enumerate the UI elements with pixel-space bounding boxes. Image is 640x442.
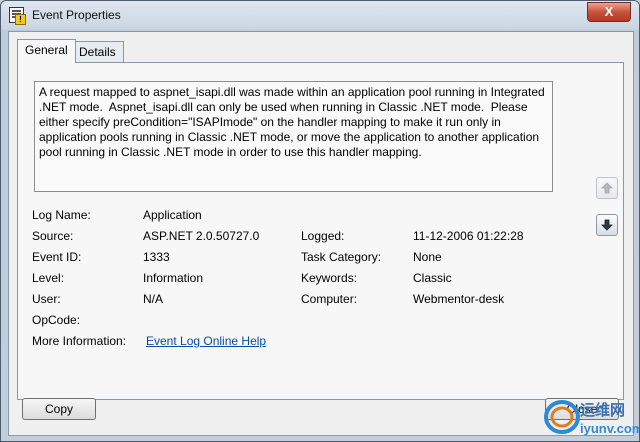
level-label: Level: <box>32 271 65 285</box>
event-description[interactable]: A request mapped to aspnet_isapi.dll was… <box>34 81 553 192</box>
event-id-label: Event ID: <box>32 250 82 264</box>
arrow-down-icon <box>601 219 613 231</box>
logged-label: Logged: <box>301 229 345 243</box>
event-id-value: 1333 <box>143 250 170 264</box>
more-information-label: More Information: <box>32 334 127 348</box>
tab-details[interactable]: Details <box>71 41 124 62</box>
source-label: Source: <box>32 229 74 243</box>
opcode-label: OpCode: <box>32 313 81 327</box>
general-tab-panel: A request mapped to aspnet_isapi.dll was… <box>17 62 624 400</box>
task-category-value: None <box>413 250 442 264</box>
watermark-url: iyunv.com <box>580 421 640 436</box>
logged-value: 11-12-2006 01:22:28 <box>413 229 524 243</box>
next-event-button[interactable] <box>596 214 618 236</box>
user-label: User: <box>32 292 61 306</box>
level-value: Information <box>143 271 204 285</box>
site-watermark: 运维网 iyunv.com <box>536 393 640 441</box>
watermark-text: 运维网 <box>580 401 626 419</box>
event-log-icon <box>9 7 26 25</box>
window-title: Event Properties <box>32 8 121 22</box>
dialog-client-area: General Details A request mapped to aspn… <box>8 31 634 436</box>
arrow-up-icon <box>601 182 613 194</box>
previous-event-button[interactable] <box>596 177 618 199</box>
copy-button[interactable]: Copy <box>22 398 96 420</box>
event-log-online-help-link[interactable]: Event Log Online Help <box>146 334 266 348</box>
title-bar: Event Properties X <box>1 1 639 31</box>
tab-general[interactable]: General <box>17 39 76 63</box>
computer-value: Webmentor-desk <box>413 292 505 306</box>
event-properties-window: Event Properties X General Details A req… <box>0 0 640 442</box>
window-close-button[interactable]: X <box>587 2 631 22</box>
user-value: N/A <box>143 292 164 306</box>
source-value: ASP.NET 2.0.50727.0 <box>143 229 260 243</box>
computer-label: Computer: <box>301 292 358 306</box>
log-name-label: Log Name: <box>32 208 91 222</box>
log-name-value: Application <box>143 208 202 222</box>
task-category-label: Task Category: <box>301 250 382 264</box>
keywords-label: Keywords: <box>301 271 358 285</box>
keywords-value: Classic <box>413 271 452 285</box>
